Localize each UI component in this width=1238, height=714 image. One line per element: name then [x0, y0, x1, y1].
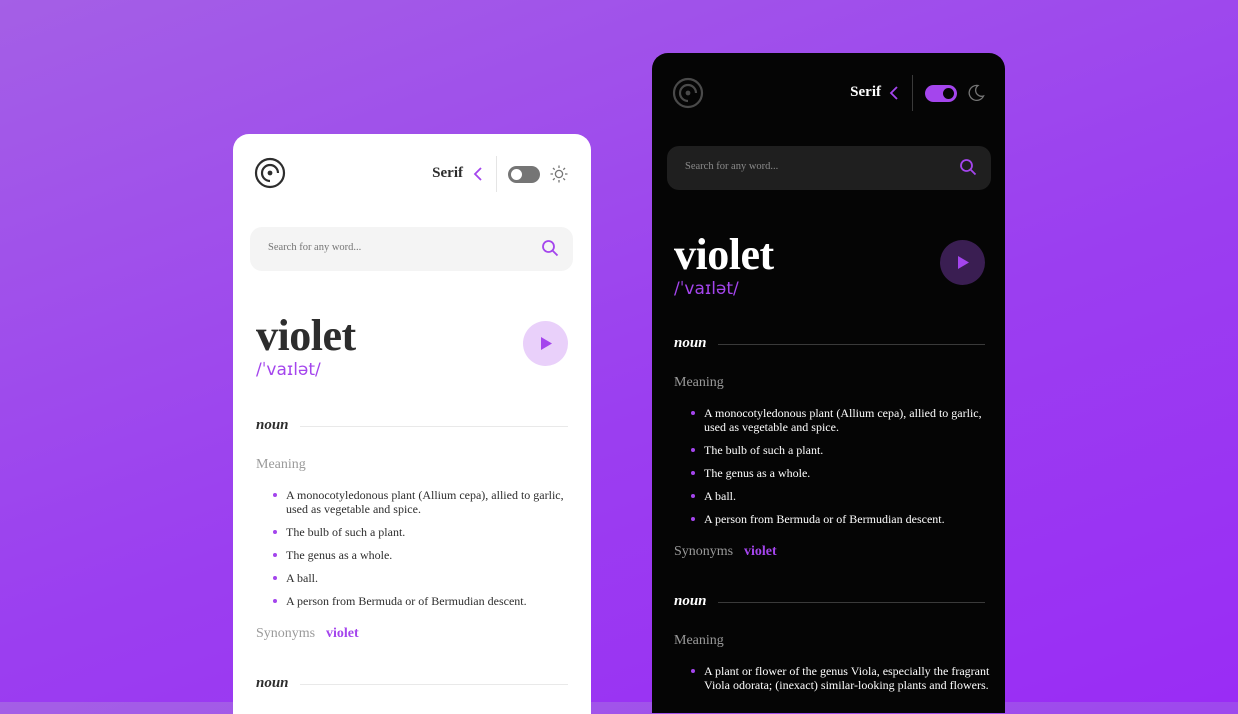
phonetic-text: /ˈvaɪlət/ [674, 279, 739, 299]
list-item: A plant or flower of the genus Viola, es… [674, 664, 992, 692]
synonyms-label: Synonyms [674, 544, 734, 559]
theme-toggle[interactable] [508, 166, 540, 183]
header-divider [912, 75, 913, 111]
part-of-speech: noun [674, 593, 707, 609]
search-input[interactable]: Search for any word... [667, 146, 991, 190]
synonym-link[interactable]: violet [326, 626, 359, 642]
part-of-speech: noun [256, 675, 289, 691]
word-title: violet [256, 311, 356, 360]
play-icon [541, 337, 552, 350]
section-divider [300, 684, 568, 685]
meaning-label: Meaning [674, 633, 724, 648]
meaning-label: Meaning [674, 375, 724, 390]
list-item: A monocotyledonous plant (Allium cepa), … [256, 488, 566, 516]
search-input[interactable]: Search for any word... [250, 227, 573, 271]
app-logo-icon [254, 157, 286, 189]
font-select-label[interactable]: Serif [850, 84, 881, 101]
meaning-label: Meaning [256, 457, 306, 472]
play-icon [958, 256, 969, 269]
section-divider [718, 344, 985, 345]
search-placeholder: Search for any word... [685, 161, 779, 172]
chevron-left-icon[interactable] [473, 167, 483, 181]
list-item: The genus as a whole. [256, 548, 566, 562]
font-select-label[interactable]: Serif [432, 165, 463, 182]
list-item: A person from Bermuda or of Bermudian de… [674, 512, 990, 526]
definitions-list: A monocotyledonous plant (Allium cepa), … [256, 488, 566, 617]
phonetic-text: /ˈvaɪlət/ [256, 360, 321, 380]
moon-icon [968, 84, 985, 102]
toggle-knob [943, 88, 954, 99]
definitions-list: A plant or flower of the genus Viola, es… [674, 664, 992, 701]
part-of-speech: noun [256, 417, 289, 433]
list-item: A ball. [256, 571, 566, 585]
list-item: The bulb of such a plant. [674, 443, 990, 457]
list-item: A person from Bermuda or of Bermudian de… [256, 594, 566, 608]
play-audio-button[interactable] [523, 321, 568, 366]
synonym-link[interactable]: violet [744, 544, 777, 560]
section-divider [300, 426, 568, 427]
search-placeholder: Search for any word... [268, 242, 362, 253]
definitions-list: A monocotyledonous plant (Allium cepa), … [674, 406, 990, 535]
list-item: The genus as a whole. [674, 466, 990, 480]
list-item: A ball. [674, 489, 990, 503]
sun-icon [550, 165, 568, 183]
header-divider [496, 156, 497, 192]
light-theme-card: Serif Search for any word... violet /ˈva… [233, 134, 591, 714]
list-item: The bulb of such a plant. [256, 525, 566, 539]
app-logo-icon [672, 77, 704, 109]
search-icon[interactable] [541, 239, 559, 257]
list-item: A monocotyledonous plant (Allium cepa), … [674, 406, 990, 434]
theme-toggle[interactable] [925, 85, 957, 102]
chevron-left-icon[interactable] [889, 86, 899, 100]
toggle-knob [511, 169, 522, 180]
part-of-speech: noun [674, 335, 707, 351]
play-audio-button[interactable] [940, 240, 985, 285]
section-divider [718, 602, 985, 603]
search-icon[interactable] [959, 158, 977, 176]
word-title: violet [674, 230, 774, 279]
dark-theme-card: Serif Search for any word... violet /ˈva… [652, 53, 1005, 713]
synonyms-label: Synonyms [256, 626, 316, 641]
